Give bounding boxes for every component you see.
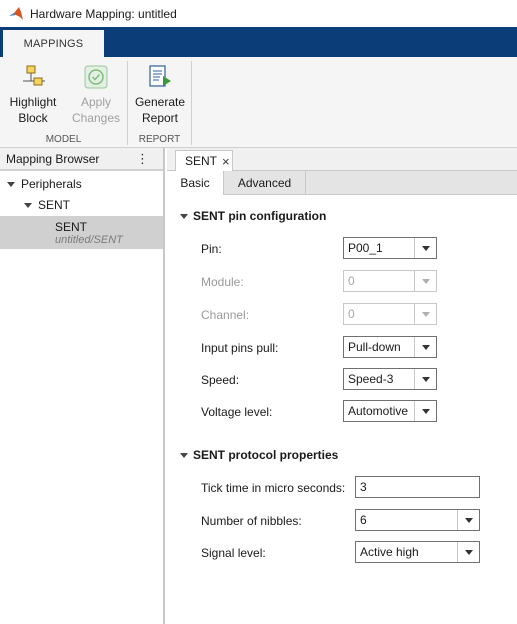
mapping-browser-header: Mapping Browser ⋮ xyxy=(0,148,163,170)
tick-time-label: Tick time in micro seconds: xyxy=(201,481,346,495)
pin-value: P00_1 xyxy=(348,241,383,255)
speed-value: Speed-3 xyxy=(348,372,394,386)
tree-item-path: untitled/SENT xyxy=(55,234,123,246)
signal-level-dropdown[interactable]: Active high xyxy=(355,541,480,563)
tick-time-input[interactable]: 3 xyxy=(355,476,480,498)
voltage-level-value: Automotive xyxy=(348,404,409,418)
tree-item-name: SENT xyxy=(55,220,88,234)
dropdown-arrow-icon xyxy=(414,238,436,258)
input-pull-dropdown[interactable]: Pull-down xyxy=(343,336,437,358)
section-title: SENT protocol properties xyxy=(193,448,339,462)
generate-report-button[interactable]: Generate Report xyxy=(133,63,187,126)
section-protocol-properties[interactable]: SENT protocol properties xyxy=(180,448,338,462)
check-circle-icon xyxy=(84,65,108,89)
expand-caret-icon[interactable] xyxy=(24,202,32,208)
dropdown-arrow-icon xyxy=(457,542,479,562)
report-icon xyxy=(149,65,171,87)
signal-level-value: Active high xyxy=(360,545,419,559)
dropdown-arrow-icon xyxy=(414,401,436,421)
nibbles-value: 6 xyxy=(360,513,367,527)
dropdown-arrow-icon xyxy=(414,271,436,291)
speed-label: Speed: xyxy=(201,373,240,387)
doc-tab-sent[interactable]: SENT × xyxy=(175,150,233,171)
doc-tab-label: SENT xyxy=(185,154,218,168)
group-label-report: REPORT xyxy=(138,134,181,145)
module-dropdown[interactable]: 0 xyxy=(343,270,437,292)
section-title: SENT pin configuration xyxy=(193,209,327,223)
tree-item-peripherals[interactable]: Peripherals xyxy=(7,177,82,191)
highlight-label-2: Block xyxy=(18,111,48,125)
dropdown-arrow-icon xyxy=(414,304,436,324)
channel-label: Channel: xyxy=(201,308,250,322)
voltage-level-label: Voltage level: xyxy=(201,405,273,419)
window-title: Hardware Mapping: untitled xyxy=(30,6,177,21)
tree-item-label: Peripherals xyxy=(21,177,82,191)
apply-changes-button[interactable]: Apply Changes xyxy=(70,63,122,126)
dropdown-arrow-icon xyxy=(414,369,436,389)
dropdown-arrow-icon xyxy=(457,510,479,530)
hardware-mapping-window: Hardware Mapping: untitled MAPPINGS High… xyxy=(0,0,517,624)
property-content: SENT pin configuration Pin: P00_1 Module… xyxy=(167,195,517,624)
apply-label-2: Changes xyxy=(71,111,121,125)
speed-dropdown[interactable]: Speed-3 xyxy=(343,368,437,390)
ribbon-separator xyxy=(127,61,128,145)
tree-item-sent-block[interactable]: SENT untitled/SENT xyxy=(0,216,163,249)
property-tabs: Basic Advanced xyxy=(167,171,517,195)
section-pin-configuration[interactable]: SENT pin configuration xyxy=(180,209,326,223)
module-label: Module: xyxy=(201,275,244,289)
mapping-tree: Peripherals SENT SENT untitled/SENT xyxy=(0,170,163,624)
mapping-browser-panel: Mapping Browser ⋮ Peripherals SENT SENT … xyxy=(0,148,165,624)
channel-value: 0 xyxy=(348,307,355,321)
matlab-logo-icon xyxy=(9,6,23,20)
toolstrip-tabs: MAPPINGS xyxy=(0,27,517,57)
more-options-icon[interactable]: ⋮ xyxy=(136,151,149,167)
mapping-browser-title: Mapping Browser xyxy=(6,151,100,166)
highlight-label-1: Highlight xyxy=(9,95,57,109)
generate-label-1: Generate xyxy=(134,95,186,109)
highlight-block-icon xyxy=(23,65,45,86)
tree-item-sent-group[interactable]: SENT xyxy=(24,198,70,212)
module-value: 0 xyxy=(348,274,355,288)
tab-mappings[interactable]: MAPPINGS xyxy=(3,30,104,57)
nibbles-dropdown[interactable]: 6 xyxy=(355,509,480,531)
apply-label-1: Apply xyxy=(80,95,112,109)
tab-advanced[interactable]: Advanced xyxy=(224,171,306,195)
collapse-caret-icon[interactable] xyxy=(180,213,188,219)
document-tab-bar: SENT × xyxy=(167,148,517,171)
input-pull-value: Pull-down xyxy=(348,340,401,354)
highlight-block-button[interactable]: Highlight Block xyxy=(6,63,60,126)
voltage-level-dropdown[interactable]: Automotive xyxy=(343,400,437,422)
group-label-model: MODEL xyxy=(45,134,82,145)
ribbon: Highlight Block Apply Changes Generate R… xyxy=(0,57,517,148)
tree-item-label: SENT xyxy=(38,198,71,212)
pin-label: Pin: xyxy=(201,242,222,256)
collapse-caret-icon[interactable] xyxy=(180,452,188,458)
dropdown-arrow-icon xyxy=(414,337,436,357)
tab-basic[interactable]: Basic xyxy=(167,171,224,195)
channel-dropdown[interactable]: 0 xyxy=(343,303,437,325)
generate-label-2: Report xyxy=(141,111,179,125)
ribbon-separator xyxy=(191,61,192,145)
signal-level-label: Signal level: xyxy=(201,546,266,560)
title-bar: Hardware Mapping: untitled xyxy=(0,0,517,27)
close-icon[interactable]: × xyxy=(222,154,230,169)
input-pull-label: Input pins pull: xyxy=(201,341,279,355)
pin-dropdown[interactable]: P00_1 xyxy=(343,237,437,259)
expand-caret-icon[interactable] xyxy=(7,181,15,187)
nibbles-label: Number of nibbles: xyxy=(201,514,302,528)
